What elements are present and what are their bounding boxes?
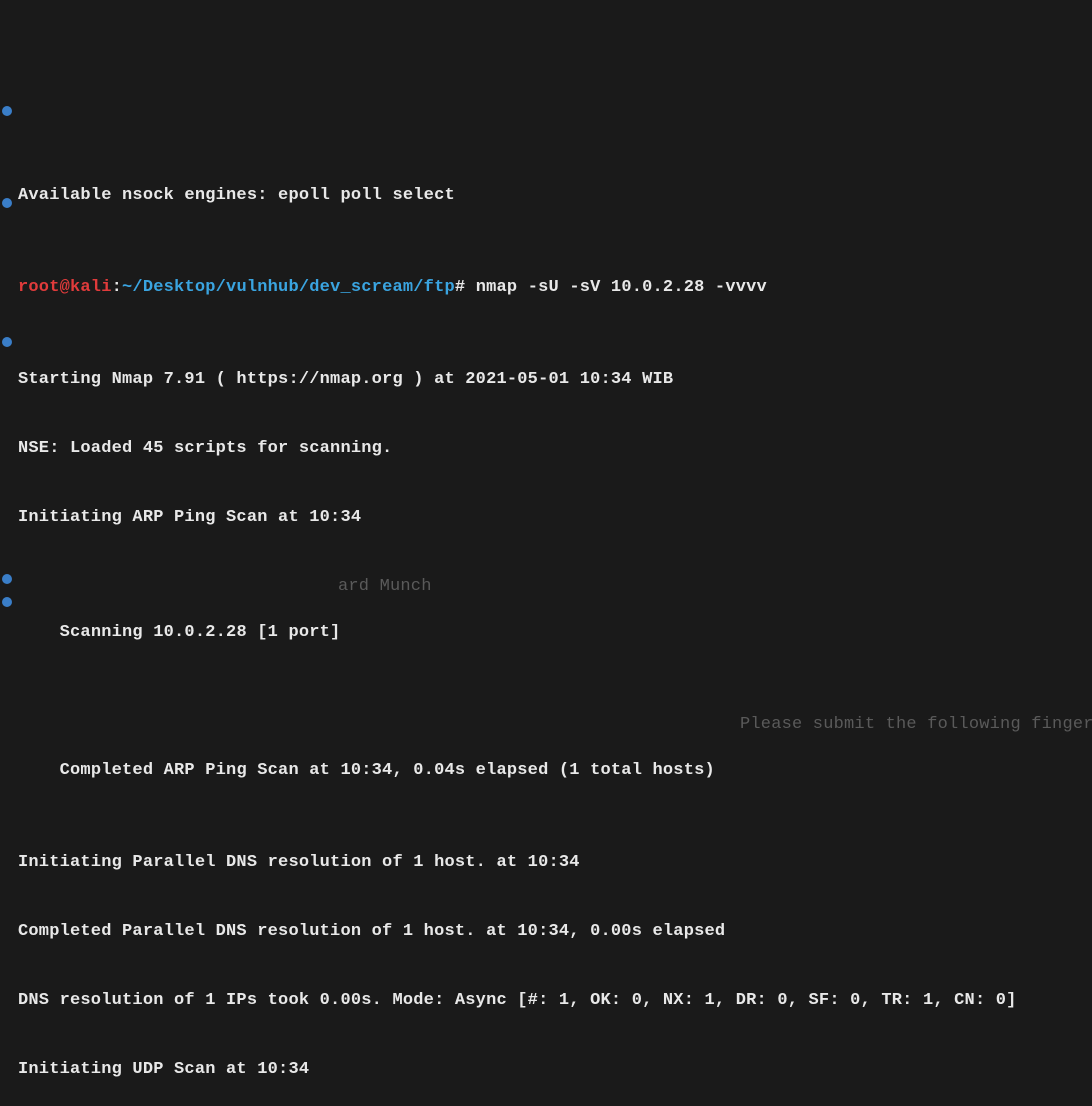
gutter-indicator [2,574,12,584]
output-line: Please submit the following fingerprint … [18,713,1092,805]
prompt-path: ~/Desktop/vulnhub/dev_scream/ftp [122,278,455,297]
ghost-text: ard Munch [338,575,432,598]
output-line: NSE: Loaded 45 scripts for scanning. [18,437,1092,460]
prompt-sep: : [112,278,122,297]
prompt-user: root@kali [18,278,112,297]
gutter-indicator [2,597,12,607]
terminal-output[interactable]: Available nsock engines: epoll poll sele… [0,92,1092,1106]
command-text: nmap -sU -sV 10.0.2.28 -vvvv [465,278,767,297]
output-line: Initiating ARP Ping Scan at 10:34 [18,506,1092,529]
output-line: Initiating Parallel DNS resolution of 1 … [18,851,1092,874]
ghost-text: Please submit the following fingerprint … [740,713,1092,736]
output-line: ard Munch Scanning 10.0.2.28 [1 port] [18,575,1092,667]
output-line: Initiating UDP Scan at 10:34 [18,1058,1092,1081]
output-line: Starting Nmap 7.91 ( https://nmap.org ) … [18,368,1092,391]
prompt-hash: # [455,278,465,297]
gutter-indicator [2,337,12,347]
prompt-line: root@kali:~/Desktop/vulnhub/dev_scream/f… [18,276,1092,299]
gutter-indicator [2,198,12,208]
output-line: DNS resolution of 1 IPs took 0.00s. Mode… [18,989,1092,1012]
output-line: Available nsock engines: epoll poll sele… [18,184,1092,207]
gutter [0,92,14,645]
output-line: Completed Parallel DNS resolution of 1 h… [18,920,1092,943]
gutter-indicator [2,106,12,116]
